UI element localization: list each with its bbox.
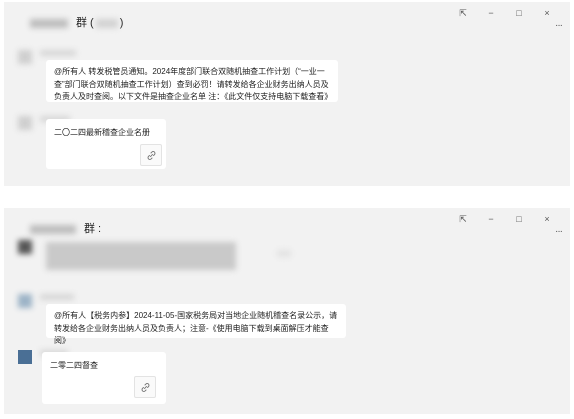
- minimize-icon[interactable]: −: [486, 8, 496, 19]
- group-title-close: ): [119, 17, 124, 29]
- link-button[interactable]: [140, 144, 162, 166]
- group-title-suffix: 群 :: [84, 223, 102, 235]
- pin-icon[interactable]: ⇱: [458, 8, 468, 19]
- member-count-redacted: [95, 18, 118, 28]
- close-icon[interactable]: ×: [542, 8, 552, 19]
- file-card[interactable]: 二〇二四最新稽查企业名册: [46, 119, 166, 169]
- chat-message[interactable]: @所有人【税务内参】2024-11-05-国家税务局对当地企业随机稽查名录公示，…: [46, 304, 346, 345]
- link-button[interactable]: [134, 376, 156, 398]
- group-title: 群 :: [30, 220, 101, 236]
- chat-window-top: 群 () ⇱ − □ × ··· @所有人 转发税管员通知。2024年度部门联合…: [4, 2, 570, 186]
- group-title: 群 (): [30, 14, 123, 30]
- avatar[interactable]: [18, 350, 32, 364]
- avatar[interactable]: [18, 50, 32, 64]
- chat-message[interactable]: @所有人 转发税管员通知。2024年度部门联合双随机抽查工作计划（“一业一查”部…: [46, 60, 338, 102]
- file-card[interactable]: 二零二四督查: [42, 352, 166, 404]
- window-controls: ⇱ − □ ×: [458, 8, 552, 19]
- message-text: @所有人【税务内参】2024-11-05-国家税务局对当地企业随机稽查名录公示，…: [54, 311, 338, 345]
- more-options-icon[interactable]: ···: [555, 20, 563, 31]
- chat-window-bottom: 群 : ⇱ − □ × ··· @所有人【税务内参】2024-11-05-国家税…: [4, 208, 570, 414]
- file-name: 二〇二四最新稽查企业名册: [54, 128, 150, 137]
- close-icon[interactable]: ×: [542, 214, 552, 225]
- group-title-suffix: 群 (: [76, 17, 94, 29]
- group-name-redacted: [30, 224, 76, 234]
- avatar[interactable]: [18, 116, 32, 130]
- sender-name-redacted: [40, 50, 76, 56]
- avatar[interactable]: [18, 240, 32, 254]
- avatar[interactable]: [18, 294, 32, 308]
- sender-name-redacted: [40, 294, 74, 300]
- maximize-icon[interactable]: □: [514, 8, 524, 19]
- timestamp-redacted: [277, 250, 291, 257]
- more-options-icon[interactable]: ···: [555, 226, 563, 237]
- link-icon: [147, 150, 155, 160]
- minimize-icon[interactable]: −: [486, 214, 496, 225]
- pin-icon[interactable]: ⇱: [458, 214, 468, 225]
- message-text: @所有人 转发税管员通知。2024年度部门联合双随机抽查工作计划（“一业一查”部…: [54, 67, 333, 101]
- blurred-message-redacted: [46, 242, 236, 270]
- file-name: 二零二四督查: [50, 361, 98, 370]
- link-icon: [141, 382, 149, 392]
- group-name-redacted: [30, 18, 68, 28]
- maximize-icon[interactable]: □: [514, 214, 524, 225]
- window-controls: ⇱ − □ ×: [458, 214, 552, 225]
